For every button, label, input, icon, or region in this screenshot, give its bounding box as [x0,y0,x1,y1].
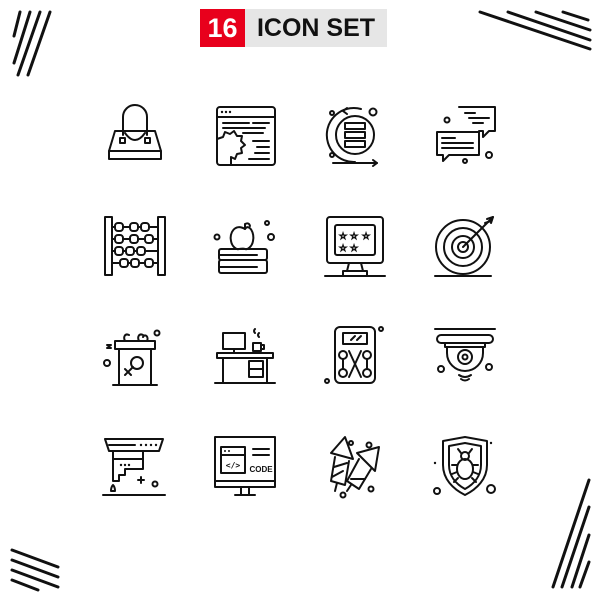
icon-cell-security-camera[interactable] [410,300,520,410]
decorative-stripes-top-right [478,10,592,51]
office-desk-icon [214,328,276,384]
code-label: CODE [249,465,273,474]
icon-cell-circuit-board[interactable] [300,300,410,410]
fireworks-icon [330,436,380,499]
icon-cell-code-monitor[interactable]: </> CODE [190,410,300,520]
handbag-icon [108,104,162,160]
icon-cell-podium-female[interactable] [80,300,190,410]
svg-text:☆: ☆ [350,244,358,254]
icon-grid: ☆ ☆ ☆ ☆ ☆ </> CODE [80,80,520,520]
svg-text:☆: ☆ [350,232,358,242]
code-glyph: </> [226,461,241,470]
podium-female-icon [103,329,161,386]
svg-text:☆: ☆ [339,232,347,242]
decorative-stripes-top-left [12,10,52,77]
header-banner: 16 ICON SET [200,9,387,47]
target-icon [434,216,494,277]
web-settings-icon [216,106,276,166]
icon-cell-abacus[interactable] [80,190,190,300]
decorative-stripes-bottom-left [10,548,60,592]
security-camera-icon [434,328,496,382]
icon-cell-fireworks[interactable] [300,410,410,520]
decorative-stripes-bottom-right [551,478,591,589]
icon-cell-handbag[interactable] [80,80,190,190]
bug-shield-icon [433,436,496,496]
server-sync-icon [325,107,378,167]
icon-cell-office-desk[interactable] [190,300,300,410]
abacus-icon [104,216,166,276]
icon-cell-chat-bubbles[interactable] [410,80,520,190]
code-monitor-icon: </> CODE [214,436,276,496]
books-apple-icon [213,220,275,274]
icon-cell-kitchen-hood[interactable] [80,410,190,520]
icon-cell-books-apple[interactable] [190,190,300,300]
icon-cell-target[interactable] [410,190,520,300]
monitor-rating-icon: ☆ ☆ ☆ ☆ ☆ [324,216,386,277]
circuit-board-icon [324,326,384,384]
icon-cell-web-settings[interactable] [190,80,300,190]
page-title: ICON SET [245,9,387,47]
icon-cell-bug-shield[interactable] [410,410,520,520]
chat-bubbles-icon [436,106,496,164]
kitchen-hood-icon [102,438,166,496]
svg-text:☆: ☆ [339,244,347,254]
icon-count-badge: 16 [200,9,245,47]
icon-cell-monitor-rating[interactable]: ☆ ☆ ☆ ☆ ☆ [300,190,410,300]
svg-text:☆: ☆ [362,232,370,242]
icon-cell-server-sync[interactable] [300,80,410,190]
